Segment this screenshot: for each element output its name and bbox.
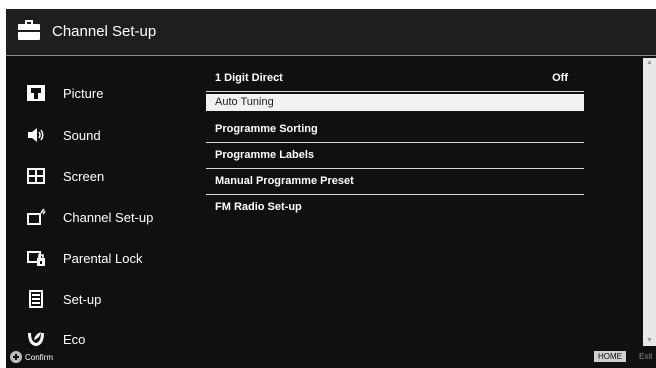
menu-item-label: Programme Sorting (215, 123, 318, 135)
sidebar-item-label: Screen (63, 169, 105, 184)
sidebar-item-label: Eco (63, 332, 86, 347)
sidebar-item-parental-lock[interactable]: Parental Lock (6, 241, 196, 275)
screen-icon (26, 167, 46, 185)
sidebar-item-screen[interactable]: Screen (6, 159, 196, 193)
menu-item-1-digit-direct[interactable]: 1 Digit Direct Off (206, 68, 584, 92)
picture-icon (26, 84, 46, 102)
page-title: Channel Set-up (52, 23, 157, 40)
menu-item-fm-radio-setup[interactable]: FM Radio Set-up (206, 197, 584, 221)
menu-item-manual-programme-preset[interactable]: Manual Programme Preset (206, 171, 584, 195)
menu-header: Channel Set-up (6, 9, 656, 56)
channel-setup-icon (26, 208, 46, 226)
parental-lock-icon (26, 249, 46, 267)
scroll-down-arrow-icon[interactable]: ▼ (643, 336, 656, 346)
sidebar-item-label: Set-up (63, 292, 102, 307)
toolbox-icon (18, 20, 40, 40)
sidebar: Picture Sound Screen Channel Set-up Pare (6, 56, 196, 347)
sidebar-item-sound[interactable]: Sound (6, 118, 196, 152)
speaker-icon (26, 126, 46, 144)
menu-item-auto-tuning[interactable]: Auto Tuning (206, 94, 584, 111)
footer-bar: Confirm HOME Exit (6, 346, 656, 368)
menu-item-label: Programme Labels (215, 149, 315, 161)
tv-menu-screen: Channel Set-up Picture Sound Screen Chan… (6, 9, 656, 368)
menu-item-label: Manual Programme Preset (215, 175, 354, 187)
menu-item-programme-sorting[interactable]: Programme Sorting (206, 119, 584, 143)
sidebar-item-label: Channel Set-up (63, 210, 154, 225)
scroll-up-arrow-icon[interactable]: ▲ (643, 58, 656, 68)
sidebar-item-setup[interactable]: Set-up (6, 282, 196, 316)
setup-icon (26, 290, 46, 308)
confirm-button-icon (10, 351, 22, 363)
sidebar-item-label: Picture (63, 86, 104, 101)
menu-item-label: 1 Digit Direct (215, 72, 283, 84)
sidebar-item-channel-setup[interactable]: Channel Set-up (6, 200, 196, 234)
scrollbar[interactable]: ▲ ▼ (643, 58, 656, 346)
menu-item-value: Off (552, 72, 568, 84)
menu-item-label: FM Radio Set-up (215, 201, 302, 213)
sidebar-item-picture[interactable]: Picture (6, 76, 196, 110)
home-key-badge[interactable]: HOME (594, 351, 626, 362)
sidebar-item-label: Sound (63, 128, 101, 143)
menu-item-programme-labels[interactable]: Programme Labels (206, 145, 584, 169)
sidebar-item-label: Parental Lock (63, 251, 143, 266)
confirm-label: Confirm (25, 352, 54, 362)
exit-label: Exit (639, 352, 653, 361)
menu-item-label: Auto Tuning (215, 96, 274, 108)
confirm-hint[interactable]: Confirm (10, 349, 53, 365)
